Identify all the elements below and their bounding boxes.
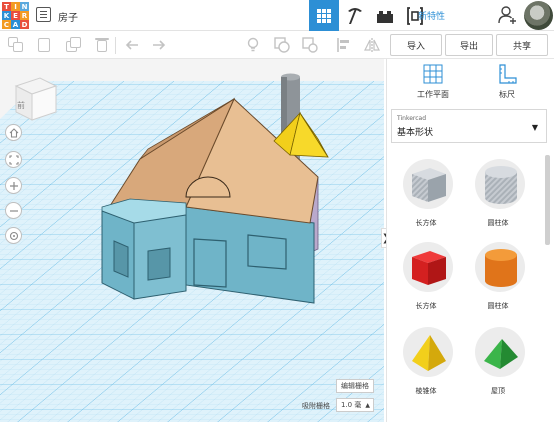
ruler-tool[interactable]: 标尺 (477, 63, 537, 100)
bricks-icon (377, 10, 393, 23)
add-user-icon[interactable] (497, 5, 517, 25)
zoom-in-button[interactable] (5, 177, 22, 194)
logo-letter: K (2, 11, 11, 20)
new-features-link[interactable]: 新特性 (418, 9, 445, 22)
shape-label: 长方体 (415, 302, 437, 310)
perspective-icon (9, 231, 18, 240)
paste-icon[interactable] (36, 37, 52, 53)
panel-tools: 工作平面 标尺 (387, 59, 554, 105)
3d-view-button[interactable] (309, 0, 339, 31)
logo-letter: D (20, 20, 29, 29)
workplane-tool[interactable]: 工作平面 (403, 63, 463, 100)
undo-icon[interactable] (124, 37, 140, 53)
delete-icon[interactable] (94, 37, 110, 53)
mirror-icon[interactable] (364, 37, 380, 53)
front-door[interactable] (193, 238, 227, 288)
user-avatar[interactable] (524, 1, 553, 30)
bricks-view-button[interactable] (370, 0, 400, 31)
home-icon (9, 127, 18, 138)
tinkercad-logo[interactable]: T I N K E R C A D (2, 2, 29, 29)
shape-cylinder-orange[interactable]: 圆柱体 (465, 242, 529, 327)
design-menu-icon[interactable] (36, 7, 51, 22)
striped-cylinder-icon (485, 166, 517, 204)
group-icon[interactable] (274, 37, 290, 53)
shapes-panel: 工作平面 标尺 Tinkercad 基本形状 ▼ 长方体 圆柱体 长方体 圆柱体… (386, 59, 554, 422)
design-title[interactable]: 房子 (58, 9, 78, 24)
shape-label: 圆柱体 (487, 302, 509, 310)
bay-left-window[interactable] (113, 240, 129, 278)
share-button[interactable]: 共享 (496, 34, 548, 56)
align-icon[interactable] (336, 37, 352, 53)
pickaxe-icon (348, 7, 362, 24)
red-box-icon (412, 251, 446, 285)
minus-icon (9, 209, 18, 212)
fit-view-button[interactable] (5, 151, 22, 168)
shape-label: 棱锥体 (415, 387, 437, 395)
3d-workspace[interactable]: 前 编辑栅格 吸附栅格 1.0 毫 ▲ (0, 59, 384, 422)
edit-toolbar: 导入 导出 共享 (0, 31, 554, 59)
orange-cylinder-icon (485, 249, 517, 287)
shape-library-select[interactable]: Tinkercad 基本形状 ▼ (391, 109, 547, 143)
shape-box-striped[interactable]: 长方体 (393, 159, 457, 244)
lightbulb-icon[interactable] (245, 37, 261, 53)
green-roof-icon (484, 339, 518, 369)
ruler-icon (499, 64, 517, 84)
projection-toggle-button[interactable] (5, 227, 22, 244)
library-name: 基本形状 (397, 128, 434, 138)
logo-letter: I (11, 2, 20, 11)
yellow-pyramid-icon (412, 335, 446, 371)
snap-grid-label: 吸附栅格 (302, 402, 330, 410)
workplane-label: 工作平面 (417, 90, 449, 99)
view-cube-face-label: 前 (17, 101, 25, 110)
plus-icon (9, 181, 18, 190)
ruler-label: 标尺 (499, 90, 515, 99)
view-cube[interactable] (14, 76, 58, 122)
logo-letter: E (11, 11, 20, 20)
logo-letter: R (20, 11, 29, 20)
shape-label: 屋顶 (491, 387, 505, 395)
logo-letter: N (20, 2, 29, 11)
library-brand: Tinkercad (397, 115, 427, 122)
shape-roof[interactable]: 屋顶 (465, 327, 529, 412)
panel-scrollbar[interactable] (545, 155, 550, 245)
minecraft-view-button[interactable] (340, 0, 370, 31)
shape-cylinder-striped[interactable]: 圆柱体 (465, 159, 529, 244)
grid-view-icon (317, 8, 331, 23)
duplicate-icon[interactable] (66, 37, 82, 53)
striped-box-icon (412, 168, 446, 202)
shape-label: 长方体 (415, 219, 437, 227)
bay-front-window[interactable] (147, 247, 171, 281)
top-bar: T I N K E R C A D 房子 新特性 (0, 0, 554, 31)
zoom-out-button[interactable] (5, 202, 22, 219)
edit-grid-button[interactable]: 编辑栅格 (336, 379, 374, 393)
export-button[interactable]: 导出 (445, 34, 493, 56)
caret-up-icon: ▲ (365, 402, 370, 409)
shape-pyramid[interactable]: 棱锥体 (393, 327, 457, 412)
shape-label: 圆柱体 (487, 219, 509, 227)
import-button[interactable]: 导入 (390, 34, 442, 56)
logo-letter: C (2, 20, 11, 29)
logo-letter: A (11, 20, 20, 29)
snap-grid-value: 1.0 毫 (341, 401, 362, 409)
redo-icon[interactable] (151, 37, 167, 53)
toolbar-divider (115, 37, 116, 54)
shape-box-red[interactable]: 长方体 (393, 242, 457, 327)
ungroup-icon[interactable] (302, 37, 318, 53)
workplane-icon (423, 64, 443, 84)
snap-grid-select[interactable]: 1.0 毫 ▲ (336, 398, 374, 412)
fit-icon (8, 154, 19, 165)
copy-icon[interactable] (8, 37, 24, 53)
home-view-button[interactable] (5, 124, 22, 141)
dropdown-caret-icon: ▼ (531, 123, 538, 132)
front-window[interactable] (247, 234, 287, 270)
logo-letter: T (2, 2, 11, 11)
